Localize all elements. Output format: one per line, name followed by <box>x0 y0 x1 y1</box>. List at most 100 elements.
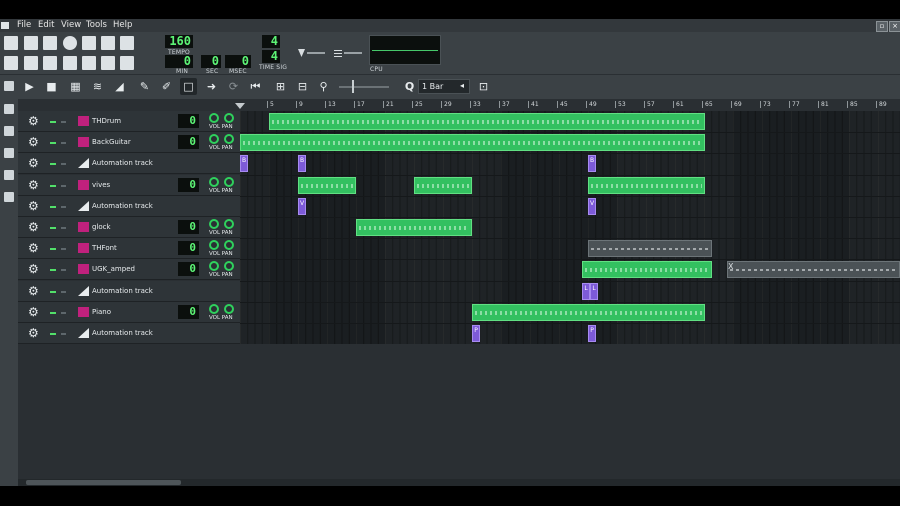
new-from-template-icon[interactable] <box>24 36 38 50</box>
automation-clip[interactable]: P <box>472 325 480 342</box>
menu-help[interactable]: Help <box>113 20 132 30</box>
automation-editor-icon[interactable] <box>63 56 77 70</box>
gear-icon[interactable]: ⚙ <box>28 221 39 233</box>
mute-toggle[interactable] <box>50 333 56 335</box>
mute-toggle[interactable] <box>50 121 56 123</box>
new-project-icon[interactable] <box>4 36 18 50</box>
piano-roll-icon[interactable] <box>43 56 57 70</box>
solo-toggle[interactable] <box>61 121 66 123</box>
close-window-icon[interactable]: × <box>889 21 900 32</box>
beat-editor-icon[interactable] <box>24 56 38 70</box>
gear-icon[interactable]: ⚙ <box>28 200 39 212</box>
mute-toggle[interactable] <box>50 206 56 208</box>
track-name[interactable]: UGK_amped <box>92 265 135 273</box>
my-samples-icon[interactable] <box>4 126 14 136</box>
mixer-icon[interactable] <box>82 56 96 70</box>
solo-toggle[interactable] <box>61 185 66 187</box>
export-icon[interactable] <box>101 36 115 50</box>
knife-mode-icon[interactable]: ✐ <box>158 78 175 95</box>
mute-toggle[interactable] <box>50 185 56 187</box>
volume-knob[interactable] <box>209 113 219 123</box>
pattern-clip[interactable] <box>298 177 356 194</box>
mute-toggle[interactable] <box>50 227 56 229</box>
track-volume-display[interactable]: 0 <box>178 241 199 255</box>
solo-toggle[interactable] <box>61 227 66 229</box>
volume-knob[interactable] <box>209 177 219 187</box>
horizontal-scrollbar[interactable] <box>18 479 900 486</box>
automation-clip[interactable]: V <box>588 198 596 215</box>
zoom-slider-handle[interactable] <box>352 80 354 93</box>
solo-toggle[interactable] <box>61 269 66 271</box>
pattern-clip[interactable] <box>240 134 705 151</box>
menu-edit[interactable]: Edit <box>38 20 54 30</box>
pan-knob[interactable] <box>224 113 234 123</box>
computer-icon[interactable] <box>4 192 14 202</box>
track-name[interactable]: Automation track <box>92 202 153 210</box>
gear-icon[interactable]: ⚙ <box>28 242 39 254</box>
mute-toggle[interactable] <box>50 291 56 293</box>
volume-knob[interactable] <box>209 304 219 314</box>
stop-behaviour-icon[interactable]: ⏮ <box>247 78 264 95</box>
song-editor-icon[interactable] <box>4 56 18 70</box>
automation-clip[interactable]: B <box>240 155 248 172</box>
volume-knob[interactable] <box>209 219 219 229</box>
pan-knob[interactable] <box>224 177 234 187</box>
pan-knob[interactable] <box>224 219 234 229</box>
controller-rack-icon[interactable] <box>101 56 115 70</box>
remove-bar-icon[interactable]: ⊟ <box>294 78 311 95</box>
add-automation-track-icon[interactable]: ◢ <box>111 78 128 95</box>
project-notes-icon[interactable] <box>120 56 134 70</box>
export-tracks-icon[interactable] <box>120 36 134 50</box>
track-volume-display[interactable]: 0 <box>178 305 199 319</box>
automation-clip[interactable]: L <box>590 283 598 300</box>
gear-icon[interactable]: ⚙ <box>28 179 39 191</box>
track-name[interactable]: glock <box>92 223 111 231</box>
mute-toggle[interactable] <box>50 248 56 250</box>
track-volume-display[interactable]: 0 <box>178 135 199 149</box>
muted-pattern-clip[interactable] <box>588 240 712 257</box>
play-icon[interactable]: ▶ <box>21 78 38 95</box>
pan-knob[interactable] <box>224 240 234 250</box>
instrument-plugins-icon[interactable] <box>4 81 14 91</box>
pattern-clip[interactable] <box>588 177 705 194</box>
master-volume-slider[interactable] <box>307 52 325 54</box>
volume-knob[interactable] <box>209 240 219 250</box>
track-name[interactable]: vives <box>92 181 110 189</box>
gear-icon[interactable]: ⚙ <box>28 136 39 148</box>
automation-clip[interactable]: L <box>582 283 590 300</box>
solo-toggle[interactable] <box>61 291 66 293</box>
gear-icon[interactable]: ⚙ <box>28 115 39 127</box>
track-name[interactable]: THFont <box>92 244 117 252</box>
mute-toggle[interactable] <box>50 312 56 314</box>
gear-icon[interactable]: ⚙ <box>28 306 39 318</box>
auto-scroll-icon[interactable]: ➜ <box>203 78 220 95</box>
pattern-clip[interactable] <box>414 177 472 194</box>
gear-icon[interactable]: ⚙ <box>28 285 39 297</box>
track-name[interactable]: THDrum <box>92 117 121 125</box>
pattern-clip[interactable] <box>269 113 705 130</box>
track-name[interactable]: Automation track <box>92 287 153 295</box>
track-name[interactable]: BackGuitar <box>92 138 131 146</box>
gear-icon[interactable]: ⚙ <box>28 157 39 169</box>
playhead-marker-icon[interactable] <box>235 103 245 109</box>
open-project-icon[interactable] <box>43 36 57 50</box>
timeline-ruler[interactable]: 5 9 13 17 21 25 29 33 37 41 45 49 53 57 61 65 69 73 77 81 85… <box>235 100 900 111</box>
mute-toggle[interactable] <box>50 163 56 165</box>
track-volume-display[interactable]: 0 <box>178 114 199 128</box>
pan-knob[interactable] <box>224 304 234 314</box>
solo-toggle[interactable] <box>61 142 66 144</box>
my-presets-icon[interactable] <box>4 148 14 158</box>
mute-toggle[interactable] <box>50 142 56 144</box>
pattern-clip[interactable] <box>356 219 472 236</box>
track-volume-display[interactable]: 0 <box>178 220 199 234</box>
insert-bar-icon[interactable]: ⊞ <box>272 78 289 95</box>
track-name[interactable]: Piano <box>92 308 111 316</box>
restore-window-icon[interactable]: ▫ <box>876 21 888 32</box>
my-projects-icon[interactable] <box>4 104 14 114</box>
save-project-icon[interactable] <box>82 36 96 50</box>
quantize-dropdown[interactable]: 1 Bar ◂ <box>418 79 470 94</box>
master-pitch-slider[interactable] <box>344 52 362 54</box>
automation-clip[interactable]: P <box>588 325 596 342</box>
gear-icon[interactable]: ⚙ <box>28 327 39 339</box>
proportional-snap-icon[interactable]: ⊡ <box>475 78 492 95</box>
